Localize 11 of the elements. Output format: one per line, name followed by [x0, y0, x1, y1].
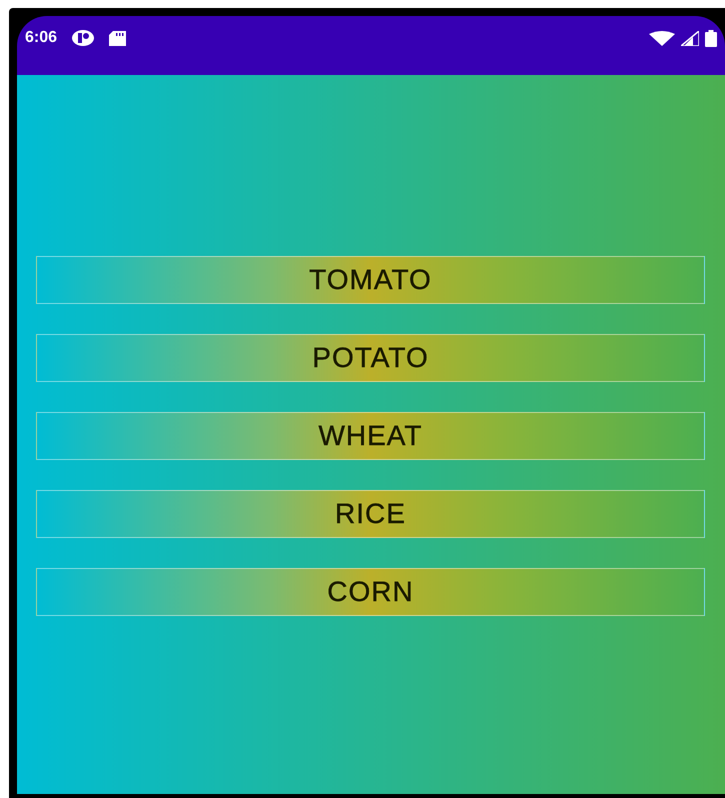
crop-button[interactable]: TOMATO: [36, 256, 705, 304]
status-time: 6:06: [25, 28, 58, 48]
app-notification-icon: [71, 29, 96, 47]
crop-button[interactable]: RICE: [36, 490, 705, 538]
wifi-icon: [649, 30, 675, 46]
sd-card-icon: [109, 30, 126, 46]
signal-icon: [681, 30, 699, 46]
crop-button[interactable]: CORN: [36, 568, 705, 616]
crop-button[interactable]: POTATO: [36, 334, 705, 382]
battery-icon: [705, 30, 717, 46]
crop-button[interactable]: WHEAT: [36, 412, 705, 460]
